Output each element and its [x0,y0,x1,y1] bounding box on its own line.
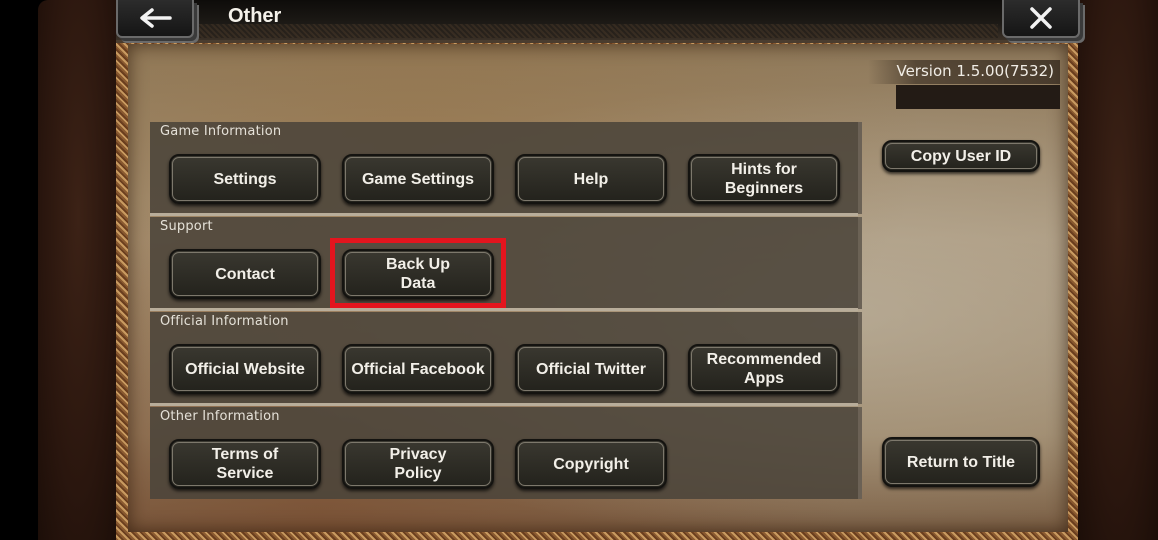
settings-button[interactable]: Settings [169,154,321,204]
game-settings-button[interactable]: Game Settings [342,154,494,204]
header-texture [196,24,998,38]
highlight-box [330,238,506,308]
page-title: Other [228,5,282,27]
official-website-button[interactable]: Official Website [169,344,321,394]
official-twitter-button[interactable]: Official Twitter [515,344,667,394]
copyright-button[interactable]: Copyright [515,439,667,489]
back-button[interactable] [116,0,194,38]
leather-background-left [38,0,118,540]
close-x-icon [1029,6,1053,30]
arrow-left-icon [138,8,172,28]
help-button[interactable]: Help [515,154,667,204]
terms-of-service-button[interactable]: Terms of Service [169,439,321,489]
copy-user-id-button[interactable]: Copy User ID [882,140,1040,172]
section-divider [150,308,858,311]
version-label: Version 1.5.00(7532) [896,62,1054,80]
section-divider [150,403,858,406]
section-label: Support [160,219,213,234]
privacy-policy-button[interactable]: Privacy Policy [342,439,494,489]
return-to-title-button[interactable]: Return to Title [882,437,1040,487]
leather-background-right [1078,0,1158,540]
section-label: Official Information [160,314,289,329]
section-label: Other Information [160,409,280,424]
section-label: Game Information [160,124,282,139]
section-divider [150,213,858,216]
recommended-apps-button[interactable]: Recommended Apps [688,344,840,394]
hints-for-beginners-button[interactable]: Hints for Beginners [688,154,840,204]
close-button[interactable] [1002,0,1080,38]
official-facebook-button[interactable]: Official Facebook [342,344,494,394]
user-id-field [896,85,1060,109]
contact-button[interactable]: Contact [169,249,321,299]
